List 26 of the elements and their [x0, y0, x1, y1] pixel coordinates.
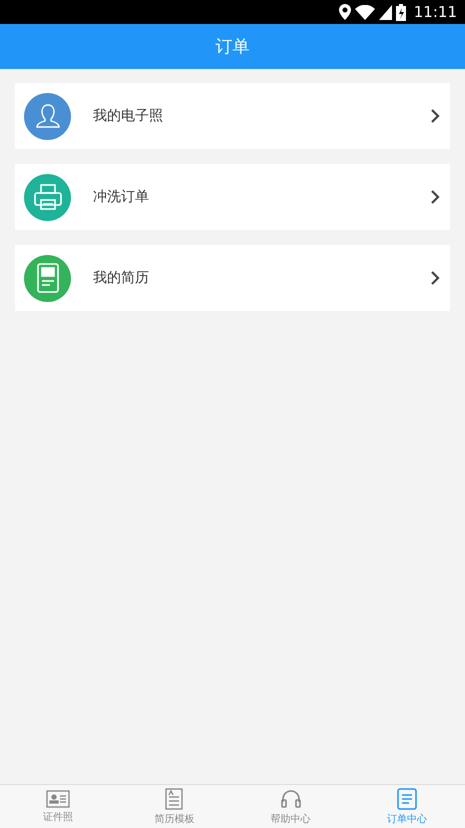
menu-label: 我的电子照: [93, 107, 164, 125]
menu-item[interactable]: 我的简历: [15, 245, 450, 311]
list-icon: [396, 788, 417, 810]
chevron-right-icon: [430, 108, 440, 124]
headset-icon: [280, 788, 302, 810]
tab[interactable]: 帮助中心: [232, 785, 349, 828]
battery-icon: [396, 4, 406, 20]
location-icon: [338, 4, 351, 20]
page-title: 订单: [216, 36, 250, 58]
wifi-icon: [354, 4, 375, 20]
person-icon: [34, 102, 62, 130]
chevron-right-icon: [430, 270, 440, 286]
signal-icon: [378, 4, 392, 20]
document-icon: [36, 263, 58, 293]
menu-item[interactable]: 我的电子照: [15, 83, 450, 149]
menu-label: 我的简历: [93, 269, 150, 287]
document-icon: [165, 788, 184, 810]
tab[interactable]: 简历模板: [116, 785, 232, 828]
tab[interactable]: 证件照: [0, 785, 116, 828]
printer-icon: [32, 183, 62, 211]
id-card-icon: [46, 790, 70, 808]
menu-item[interactable]: 冲洗订单: [15, 164, 450, 230]
chevron-right-icon: [430, 189, 440, 205]
menu-label: 冲洗订单: [93, 188, 150, 206]
tab[interactable]: 订单中心: [348, 785, 465, 828]
clock-time: 11:11: [414, 3, 457, 21]
